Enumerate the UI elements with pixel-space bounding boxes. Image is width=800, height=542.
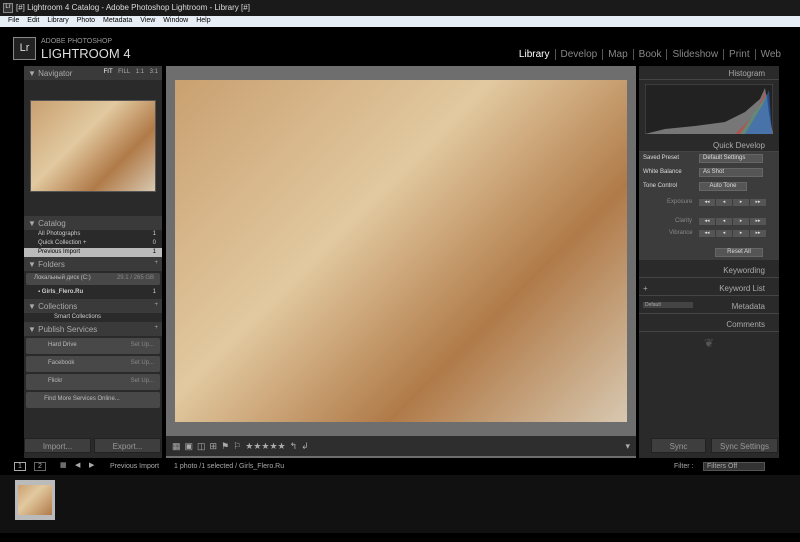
module-develop[interactable]: Develop (554, 49, 603, 60)
histogram (639, 80, 779, 138)
menu-photo[interactable]: Photo (77, 17, 95, 26)
zoom-3-1[interactable]: 3:1 (150, 69, 158, 75)
module-print[interactable]: Print (723, 49, 755, 60)
quick-develop-header[interactable]: Quick Develop (639, 138, 779, 152)
menu-help[interactable]: Help (196, 17, 210, 26)
menu-view[interactable]: View (140, 17, 155, 26)
app-icon: Lr (3, 3, 13, 13)
add-collection-icon[interactable]: + (154, 302, 158, 308)
zoom-fit[interactable]: FIT (104, 69, 113, 75)
saved-preset-row: Saved Preset Default Settings (639, 152, 779, 166)
loupe-view-icon[interactable]: ▣ (185, 441, 194, 452)
sync-settings-button[interactable]: Sync Settings (711, 438, 778, 453)
window-2-button[interactable]: 2 (34, 462, 46, 471)
white-balance-select[interactable]: As Shot (699, 168, 763, 177)
zoom-fill[interactable]: FILL (118, 69, 130, 75)
window-1-button[interactable]: 1 (14, 462, 26, 471)
menu-file[interactable]: File (8, 17, 19, 26)
collections-header[interactable]: ▼ Collections + (24, 299, 162, 313)
flag-icon[interactable]: ⚑ (221, 441, 229, 452)
rotate-right-icon[interactable]: ↲ (301, 441, 309, 452)
module-map[interactable]: Map (602, 49, 632, 60)
vibrance-stepper[interactable]: ◂◂ ◂ ▸ ▸▸ (699, 230, 766, 237)
filmstrip-bar: 1 2 ▦ ◀ ▶ Previous Import 1 photo /1 sel… (0, 460, 800, 474)
navigator-thumbnail (30, 100, 156, 192)
thumbnail-image (18, 485, 52, 515)
reset-all-button[interactable]: Reset All (715, 248, 763, 257)
library-toolbar: ▦ ▣ ◫ ⊞ ⚑ ⚐ ★★★★★ ↰ ↲ ▾ (166, 436, 636, 456)
filter-select[interactable]: Filters Off (703, 462, 765, 471)
auto-tone-button[interactable]: Auto Tone (699, 182, 747, 191)
module-picker: Library Develop Map Book Slideshow Print Web (514, 49, 786, 60)
export-button[interactable]: Export... (94, 438, 161, 453)
import-button[interactable]: Import... (24, 438, 91, 453)
menu-bar: File Edit Library Photo Metadata View Window He… (0, 16, 800, 27)
module-slideshow[interactable]: Slideshow (666, 49, 723, 60)
clarity-stepper[interactable]: ◂◂ ◂ ▸ ▸▸ (699, 218, 766, 225)
sync-button[interactable]: Sync (651, 438, 706, 453)
add-keyword-icon[interactable]: + (643, 284, 648, 293)
folder-item[interactable]: ▪ Girls_Flero.Ru 1 (24, 287, 162, 299)
rotate-left-icon[interactable]: ↰ (290, 441, 298, 452)
filmstrip-thumbnail[interactable] (15, 480, 55, 520)
compare-view-icon[interactable]: ◫ (197, 441, 206, 452)
grid-icon[interactable]: ▦ (60, 461, 67, 469)
folders-header[interactable]: ▼ Folders + (24, 257, 162, 271)
window-title: [#] Lightroom 4 Catalog - Adobe Photosho… (16, 3, 250, 12)
filmstrip (0, 475, 800, 533)
catalog-header[interactable]: ▼ Catalog (24, 216, 162, 230)
histogram-chart (644, 83, 774, 135)
comments-header[interactable]: Comments (639, 314, 779, 332)
navigator-preview[interactable] (24, 80, 162, 216)
reject-flag-icon[interactable]: ⚐ (233, 441, 241, 452)
publish-hard-drive[interactable]: Hard Drive Set Up... (26, 338, 160, 354)
window-titlebar: Lr [#] Lightroom 4 Catalog - Adobe Photos… (0, 0, 800, 16)
grid-view-icon[interactable]: ▦ (172, 441, 181, 452)
keyword-list-header[interactable]: + Keyword List (639, 278, 779, 296)
menu-metadata[interactable]: Metadata (103, 17, 132, 26)
survey-view-icon[interactable]: ⊞ (210, 441, 218, 452)
exposure-stepper[interactable]: ◂◂ ◂ ▸ ▸▸ (699, 199, 766, 206)
metadata-header[interactable]: Default Metadata (639, 296, 779, 314)
panel-end-ornament: ❦ (703, 336, 715, 350)
publish-flickr[interactable]: Flickr Set Up... (26, 374, 160, 390)
histogram-header[interactable]: Histogram (639, 66, 779, 80)
rating-stars[interactable]: ★★★★★ (245, 441, 285, 452)
filmstrip-source[interactable]: Previous Import (110, 463, 159, 470)
module-web[interactable]: Web (754, 49, 786, 60)
add-folder-icon[interactable]: + (154, 260, 158, 266)
module-book[interactable]: Book (632, 49, 667, 60)
main-photo (175, 80, 627, 422)
add-publish-service-icon[interactable]: + (154, 325, 158, 331)
menu-edit[interactable]: Edit (27, 17, 39, 26)
catalog-all-photographs[interactable]: All Photographs 1 (24, 230, 162, 239)
tone-control-section: Tone Control Auto Tone Exposure ◂◂ ◂ ▸ ▸▸ C… (639, 180, 779, 260)
left-panel: ▼ Navigator FIT FILL 1:1 3:1 ▼ Catalog Al… (24, 66, 162, 458)
toolbar-menu-icon[interactable]: ▾ (625, 441, 630, 452)
drive-item[interactable]: Локальный диск (C:) 29.1 / 265 GB (26, 273, 160, 285)
keywording-header[interactable]: Keywording (639, 260, 779, 278)
white-balance-row: White Balance As Shot (639, 166, 779, 180)
catalog-quick-collection[interactable]: Quick Collection +0 (24, 239, 162, 248)
back-arrow-icon[interactable]: ◀ (75, 461, 80, 469)
menu-library[interactable]: Library (47, 17, 68, 26)
module-library[interactable]: Library (514, 49, 555, 60)
catalog-previous-import[interactable]: Previous Import 1 (24, 248, 162, 257)
right-panel: Histogram Quick Develop Saved Preset Defa… (639, 66, 779, 458)
menu-window[interactable]: Window (163, 17, 188, 26)
zoom-1-1[interactable]: 1:1 (136, 69, 144, 75)
publish-services-header[interactable]: ▼ Publish Services + (24, 322, 162, 336)
saved-preset-select[interactable]: Default Settings (699, 154, 763, 163)
filmstrip-status[interactable]: 1 photo /1 selected / Girls_Flero.Ru (174, 463, 284, 470)
smart-collections[interactable]: Smart Collections (24, 313, 162, 322)
find-more-services-button[interactable]: Find More Services Online... (26, 392, 160, 408)
metadata-preset-select[interactable]: Default (643, 302, 693, 308)
forward-arrow-icon[interactable]: ▶ (89, 461, 94, 469)
navigator-header[interactable]: ▼ Navigator FIT FILL 1:1 3:1 (24, 66, 162, 80)
publish-facebook[interactable]: Facebook Set Up... (26, 356, 160, 372)
